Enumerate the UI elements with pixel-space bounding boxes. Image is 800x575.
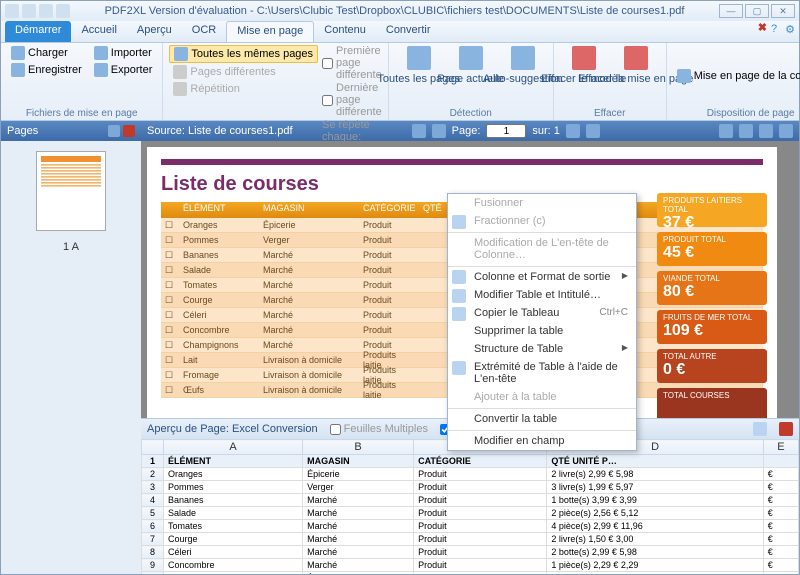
mise-en-page-copie-button[interactable]: Mise en page de la copie ▾ <box>673 45 800 107</box>
pages-differentes-button[interactable]: Pages différentes <box>169 64 318 80</box>
ribbon: Charger Enregistrer Importer Exporter Fi… <box>1 43 799 121</box>
minimize-button[interactable]: — <box>719 4 743 18</box>
next-page-icon[interactable] <box>566 124 580 138</box>
tab-contenu[interactable]: Contenu <box>314 21 376 42</box>
repetition-button[interactable]: Répétition <box>169 81 318 97</box>
ribbon-tabs: Démarrer Accueil Aperçu OCR Mise en page… <box>1 21 799 43</box>
zoom-out-icon[interactable] <box>739 124 753 138</box>
enregistrer-button[interactable]: Enregistrer <box>7 62 86 78</box>
pages-icon <box>174 47 188 61</box>
group-detection-label: Détection <box>395 107 547 120</box>
tab-ocr[interactable]: OCR <box>182 21 226 42</box>
menu-item[interactable]: Colonne et Format de sortie▶ <box>448 266 636 286</box>
summary-box: PRODUIT TOTAL45 € <box>657 232 767 266</box>
fit-icon[interactable] <box>779 124 793 138</box>
summary-box: TOTAL AUTRE0 € <box>657 349 767 383</box>
group-effacer-label: Effacer <box>560 107 660 120</box>
excel-grid[interactable]: ABCDE1ÉLÉMENTMAGASINCATÉGORIEQTÉ UNITÉ P… <box>141 439 799 574</box>
tab-accueil[interactable]: Accueil <box>71 21 126 42</box>
repeat-icon <box>173 82 187 96</box>
pages-diff-icon <box>173 65 187 79</box>
menu-item: Ajouter à la table <box>448 388 636 406</box>
qat <box>5 4 70 18</box>
current-page-icon <box>459 46 483 70</box>
summary-box: VIANDE TOTAL80 € <box>657 271 767 305</box>
pages-panel-title: Pages <box>7 125 38 137</box>
zoom-in-icon[interactable] <box>759 124 773 138</box>
panel-menu-icon[interactable] <box>108 125 120 137</box>
col-element: ÉLÉMENT <box>179 202 259 218</box>
titlebar: PDF2XL Version d'évaluation - C:\Users\C… <box>1 1 799 21</box>
load-icon <box>11 46 25 60</box>
derniere-page-check[interactable]: Dernière page différente <box>322 82 382 118</box>
close-button[interactable]: ✕ <box>771 4 795 18</box>
window-title: PDF2XL Version d'évaluation - C:\Users\C… <box>70 5 719 17</box>
se-repete-label: Se répète chaque: <box>322 119 382 143</box>
pages-panel: Pages 1 A <box>1 121 141 574</box>
tab-demarrer[interactable]: Démarrer <box>5 21 71 42</box>
first-page-icon[interactable] <box>412 124 426 138</box>
tab-convertir[interactable]: Convertir <box>376 21 441 42</box>
import-icon <box>94 46 108 60</box>
menu-item[interactable]: Extrémité de Table à l'aide de L'en-tête <box>448 358 636 388</box>
importer-button[interactable]: Importer <box>90 45 157 61</box>
page-label: Page: <box>452 125 481 137</box>
menu-item[interactable]: Supprimer la table <box>448 322 636 340</box>
all-pages-icon <box>407 46 431 70</box>
charger-button[interactable]: Charger <box>7 45 86 61</box>
effacer-mise-button[interactable]: Effacer la mise en page <box>612 45 660 107</box>
menu-item: Fusionner <box>448 194 636 212</box>
tool-icon[interactable] <box>719 124 733 138</box>
menu-item[interactable]: Modifier Table et Intitulé… <box>448 286 636 304</box>
export-icon <box>94 63 108 77</box>
menu-item[interactable]: Structure de Table▶ <box>448 340 636 358</box>
menu-item[interactable]: Modifier en champ <box>448 430 636 450</box>
preview-icon[interactable] <box>753 422 767 436</box>
copy-layout-icon <box>677 69 691 83</box>
menu-item: Modification de L'en-tête de Colonne… <box>448 232 636 264</box>
erase-layout-icon <box>624 46 648 70</box>
group-disposition-label: Disposition de page <box>673 107 800 120</box>
group-fichiers-label: Fichiers de mise en page <box>7 107 156 120</box>
col-categorie: CATÉGORIE <box>359 202 419 218</box>
exporter-button[interactable]: Exporter <box>90 62 157 78</box>
menu-item[interactable]: Convertir la table <box>448 408 636 428</box>
maximize-button[interactable]: ▢ <box>745 4 769 18</box>
toutes-memes-pages-button[interactable]: Toutes les mêmes pages <box>169 45 318 63</box>
premiere-page-check[interactable]: Première page différente <box>322 45 382 81</box>
summary-box: TOTAL COURSES <box>657 388 767 418</box>
toutes-pages-button[interactable]: Toutes les pages <box>395 45 443 107</box>
menu-item[interactable]: Copier le TableauCtrl+C <box>448 304 636 322</box>
save-icon <box>11 63 25 77</box>
menu-item: Fractionner (c) <box>448 212 636 230</box>
auto-suggestion-button[interactable]: Auto-suggestion <box>499 45 547 107</box>
page-input[interactable] <box>486 124 526 138</box>
close-doc-icon[interactable]: ✖ <box>758 21 767 42</box>
summary-box: FRUITS DE MER TOTAL109 € <box>657 310 767 344</box>
preview-title: Aperçu de Page: Excel Conversion <box>147 423 318 435</box>
page-total: sur: 1 <box>532 125 560 137</box>
page-thumbnail[interactable] <box>36 151 106 231</box>
thumbnail-label: 1 A <box>1 241 141 253</box>
panel-close-icon[interactable] <box>123 125 135 137</box>
col-magasin: MAGASIN <box>259 202 359 218</box>
erase-model-icon <box>572 46 596 70</box>
context-menu: FusionnerFractionner (c) Modification de … <box>447 193 637 451</box>
autosuggest-icon <box>511 46 535 70</box>
preview-close-icon[interactable] <box>779 422 793 436</box>
tab-apercu[interactable]: Aperçu <box>127 21 182 42</box>
help-icon[interactable]: ? <box>771 23 777 40</box>
feuilles-multiples-check[interactable]: Feuilles Multiples <box>330 423 428 435</box>
prev-page-icon[interactable] <box>432 124 446 138</box>
tab-mise-en-page[interactable]: Mise en page <box>226 21 314 42</box>
settings-icon[interactable]: ⚙ <box>785 23 795 40</box>
summary-box: PRODUITS LAITIERS TOTAL37 € <box>657 193 767 227</box>
last-page-icon[interactable] <box>586 124 600 138</box>
